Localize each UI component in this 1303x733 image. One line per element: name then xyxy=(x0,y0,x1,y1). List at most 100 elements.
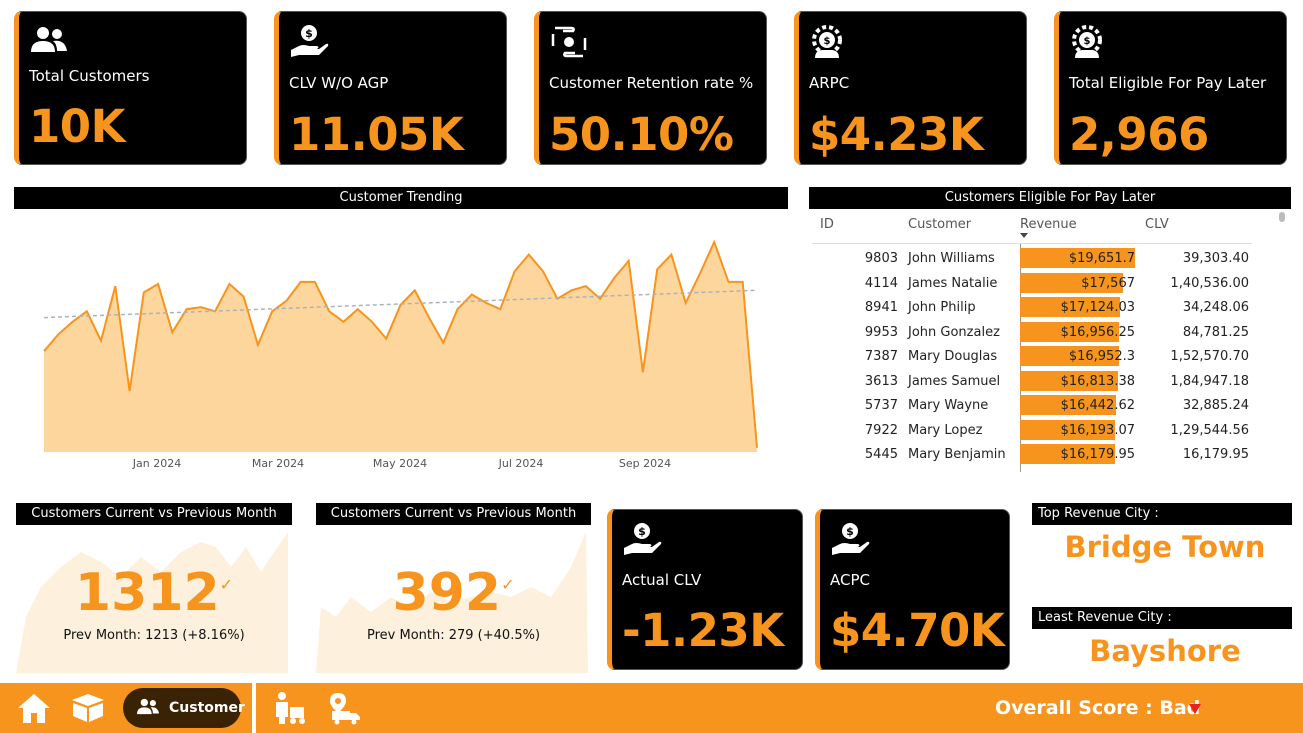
cell-revenue: $19,651.7 xyxy=(1068,251,1135,266)
kpi-card-acpc: $ ACPC $4.70K xyxy=(815,509,1010,670)
kpi-value: 50.10% xyxy=(549,108,734,161)
cell-clv: 39,303.40 xyxy=(1182,251,1249,266)
cell-clv: 1,29,544.56 xyxy=(1170,422,1249,438)
cell-id: 7922 xyxy=(864,422,898,438)
cell-revenue: $16,813.38 xyxy=(1060,373,1135,389)
cell-customer: James Natalie xyxy=(908,275,998,291)
kpi-label: Actual CLV xyxy=(622,571,702,589)
kpi-value: -1.23K xyxy=(622,604,784,657)
x-tick-label: Sep 2024 xyxy=(619,457,671,470)
kpi-value: $4.23K xyxy=(809,108,984,161)
nav-customer-button[interactable]: Customer xyxy=(123,688,245,728)
cell-customer: Mary Lopez xyxy=(908,422,983,438)
table-row[interactable]: 8941 John Philip $17,124.03 34,248.06 xyxy=(812,295,1252,320)
kpi-card-actual-clv: $ Actual CLV -1.23K xyxy=(607,509,803,670)
cell-customer: John Williams xyxy=(908,251,995,266)
overall-score: Overall Score : Bad xyxy=(995,697,1201,719)
table-row[interactable]: 5445 Mary Benjamin $16,179.95 16,179.95 xyxy=(812,442,1252,467)
cmp-number: 392 xyxy=(392,563,502,623)
cell-id: 5737 xyxy=(864,398,898,413)
cmp-number: 1312 xyxy=(74,563,220,623)
pay-later-table: ID Customer Revenue CLV 9803 John William… xyxy=(812,212,1290,472)
cell-id: 7387 xyxy=(864,349,898,364)
cell-id: 9953 xyxy=(864,324,898,340)
cell-customer: James Samuel xyxy=(908,373,1001,389)
kpi-card-eligible-pay-later: $ Total Eligible For Pay Later 2,966 xyxy=(1054,11,1287,165)
least-city-title: Least Revenue City : xyxy=(1032,607,1292,629)
svg-text:$: $ xyxy=(1084,36,1091,47)
kpi-card-clv-wo-agp: $ CLV W/O AGP 11.05K xyxy=(274,11,507,165)
customer-trending-chart: Jan 2024 Mar 2024 May 2024 Jul 2024 Sep 2024 xyxy=(43,239,758,470)
top-city-value: Bridge Town xyxy=(1064,530,1266,564)
check-icon: ✓ xyxy=(219,575,234,594)
least-city-value: Bayshore xyxy=(1089,634,1241,668)
cell-id: 3613 xyxy=(864,373,898,389)
kpi-value: 11.05K xyxy=(289,108,464,161)
x-tick-label: Jan 2024 xyxy=(132,457,181,470)
person-gear-dollar-icon: $ xyxy=(812,25,842,58)
cell-revenue: $17,124.03 xyxy=(1060,300,1135,315)
cmp-value: 392✓ xyxy=(316,563,591,623)
nav-customer-label: Customer xyxy=(169,700,245,716)
kpi-value: 10K xyxy=(29,100,126,153)
cell-customer: John Gonzalez xyxy=(908,324,1000,340)
kpi-card-retention-rate: Customer Retention rate % 50.10% xyxy=(534,11,767,165)
top-city-title: Top Revenue City : xyxy=(1032,503,1292,525)
cell-clv: 16,179.95 xyxy=(1182,447,1249,462)
cell-revenue: $16,193.07 xyxy=(1060,422,1135,438)
svg-text:$: $ xyxy=(824,36,831,47)
svg-text:$: $ xyxy=(305,27,313,40)
down-triangle-icon xyxy=(1189,704,1201,714)
hand-dollar-icon: $ xyxy=(624,523,662,555)
col-header-clv[interactable]: CLV xyxy=(1145,217,1169,232)
kpi-value: 2,966 xyxy=(1069,108,1209,161)
hand-dollar-icon: $ xyxy=(832,523,870,555)
table-row[interactable]: 4114 James Natalie $17,567 1,40,536.00 xyxy=(812,271,1252,296)
table-row[interactable]: 3613 James Samuel $16,813.38 1,84,947.18 xyxy=(812,369,1252,394)
users-icon xyxy=(31,27,67,52)
table-row[interactable]: 7922 Mary Lopez $16,193.07 1,29,544.56 xyxy=(812,418,1252,443)
cmp-card-2: 392✓ Prev Month: 279 (+40.5%) xyxy=(316,527,591,673)
col-header-customer[interactable]: Customer xyxy=(908,217,971,232)
cell-id: 5445 xyxy=(864,447,898,462)
table-header: ID Customer Revenue CLV xyxy=(812,212,1252,244)
cell-customer: Mary Wayne xyxy=(908,398,989,413)
svg-text:$: $ xyxy=(638,525,646,538)
chart-title: Customer Trending xyxy=(14,187,788,209)
x-tick-label: Mar 2024 xyxy=(252,457,304,470)
table-scrollbar[interactable] xyxy=(1279,212,1285,222)
cmp-card-1: 1312✓ Prev Month: 1213 (+8.16%) xyxy=(16,527,292,673)
trend-area xyxy=(44,242,757,452)
table-row[interactable]: 5737 Mary Wayne $16,442.62 32,885.24 xyxy=(812,393,1252,418)
cell-id: 4114 xyxy=(864,275,898,291)
cell-clv: 84,781.25 xyxy=(1182,324,1249,340)
x-tick-label: May 2024 xyxy=(373,457,427,470)
table-row[interactable]: 7387 Mary Douglas $16,952.3 1,52,570.70 xyxy=(812,344,1252,369)
delivery-person-icon[interactable] xyxy=(272,691,308,725)
home-icon[interactable] xyxy=(16,691,52,725)
cell-clv: 1,40,536.00 xyxy=(1170,275,1249,291)
check-icon: ✓ xyxy=(501,575,515,594)
col-header-revenue[interactable]: Revenue xyxy=(1020,217,1077,232)
cell-clv: 34,248.06 xyxy=(1182,300,1249,315)
table-row[interactable]: 9803 John Williams $19,651.7 39,303.40 xyxy=(812,246,1252,271)
cell-customer: Mary Douglas xyxy=(908,349,998,364)
cell-revenue: $17,567 xyxy=(1081,275,1135,291)
col-header-id[interactable]: ID xyxy=(820,217,834,232)
kpi-label: ARPC xyxy=(809,74,850,92)
cell-revenue: $16,952.3 xyxy=(1068,349,1135,364)
table-row[interactable]: 9953 John Gonzalez $16,956.25 84,781.25 xyxy=(812,320,1252,345)
cell-id: 8941 xyxy=(864,300,898,315)
person-gear-dollar-icon: $ xyxy=(1072,25,1102,58)
footer-divider xyxy=(252,683,256,733)
cell-customer: John Philip xyxy=(908,300,976,315)
box-icon[interactable] xyxy=(70,692,106,724)
cell-clv: 1,84,947.18 xyxy=(1170,373,1249,389)
cell-clv: 1,52,570.70 xyxy=(1170,349,1249,364)
table-title: Customers Eligible For Pay Later xyxy=(809,187,1291,209)
cell-clv: 32,885.24 xyxy=(1182,398,1249,413)
delivery-truck-location-icon[interactable] xyxy=(326,691,362,725)
sort-desc-icon[interactable] xyxy=(1020,233,1028,238)
cmp-title: Customers Current vs Previous Month xyxy=(16,503,292,525)
kpi-value: $4.70K xyxy=(830,604,1005,657)
